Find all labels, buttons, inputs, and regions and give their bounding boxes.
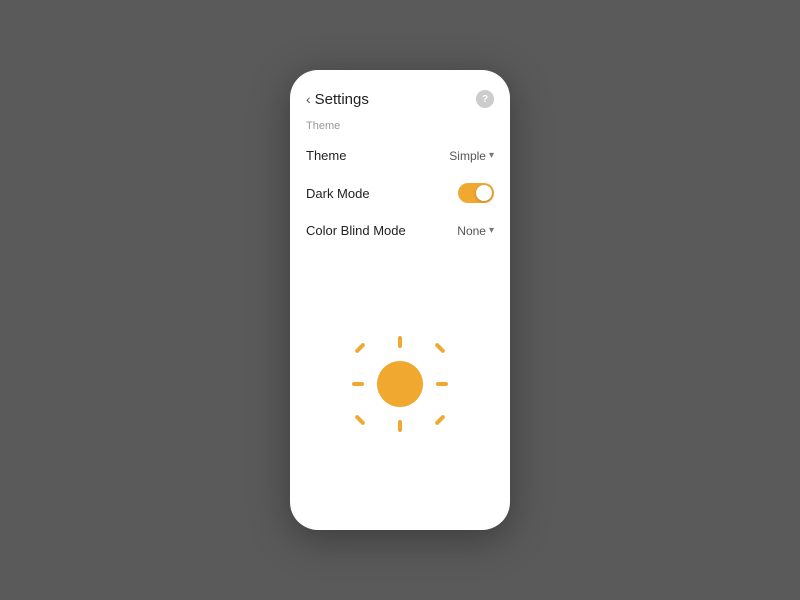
toggle-thumb: [476, 185, 492, 201]
toggle-track: [458, 183, 494, 203]
settings-header: ‹ Settings ?: [290, 90, 510, 120]
page-title: Settings: [315, 91, 369, 108]
sun-ray-top: [398, 336, 402, 348]
dark-mode-toggle[interactable]: [458, 183, 494, 203]
sun-ray-right: [436, 382, 448, 386]
phone-card: ‹ Settings ? Theme Theme Simple ▾ Dark M…: [290, 70, 510, 530]
settings-list: Theme Simple ▾ Dark Mode Color Blind Mod…: [290, 138, 510, 248]
dark-mode-label: Dark Mode: [306, 186, 370, 201]
sun-core: [377, 361, 423, 407]
theme-dropdown[interactable]: Simple ▾: [449, 149, 494, 163]
theme-row: Theme Simple ▾: [290, 138, 510, 173]
color-blind-dropdown[interactable]: None ▾: [457, 224, 494, 238]
color-blind-value: None: [457, 224, 486, 238]
theme-section-label: Theme: [290, 120, 510, 138]
theme-value: Simple: [449, 149, 486, 163]
sun-ray-top-right: [434, 342, 445, 353]
theme-label: Theme: [306, 148, 346, 163]
color-blind-chevron-icon: ▾: [489, 225, 494, 236]
sun-ray-left: [352, 382, 364, 386]
sun-ray-top-left: [354, 342, 365, 353]
sun-ray-bottom-left: [354, 414, 365, 425]
dark-mode-row: Dark Mode: [290, 173, 510, 213]
help-button[interactable]: ?: [476, 90, 494, 108]
color-blind-mode-label: Color Blind Mode: [306, 223, 406, 238]
header-left: ‹ Settings: [306, 91, 369, 108]
back-icon[interactable]: ‹: [306, 91, 311, 107]
sun-ray-bottom-right: [434, 414, 445, 425]
color-blind-mode-row: Color Blind Mode None ▾: [290, 213, 510, 248]
sun-wrapper: [350, 334, 450, 434]
sun-ray-bottom: [398, 420, 402, 432]
sun-illustration: [290, 248, 510, 500]
theme-chevron-icon: ▾: [489, 150, 494, 161]
